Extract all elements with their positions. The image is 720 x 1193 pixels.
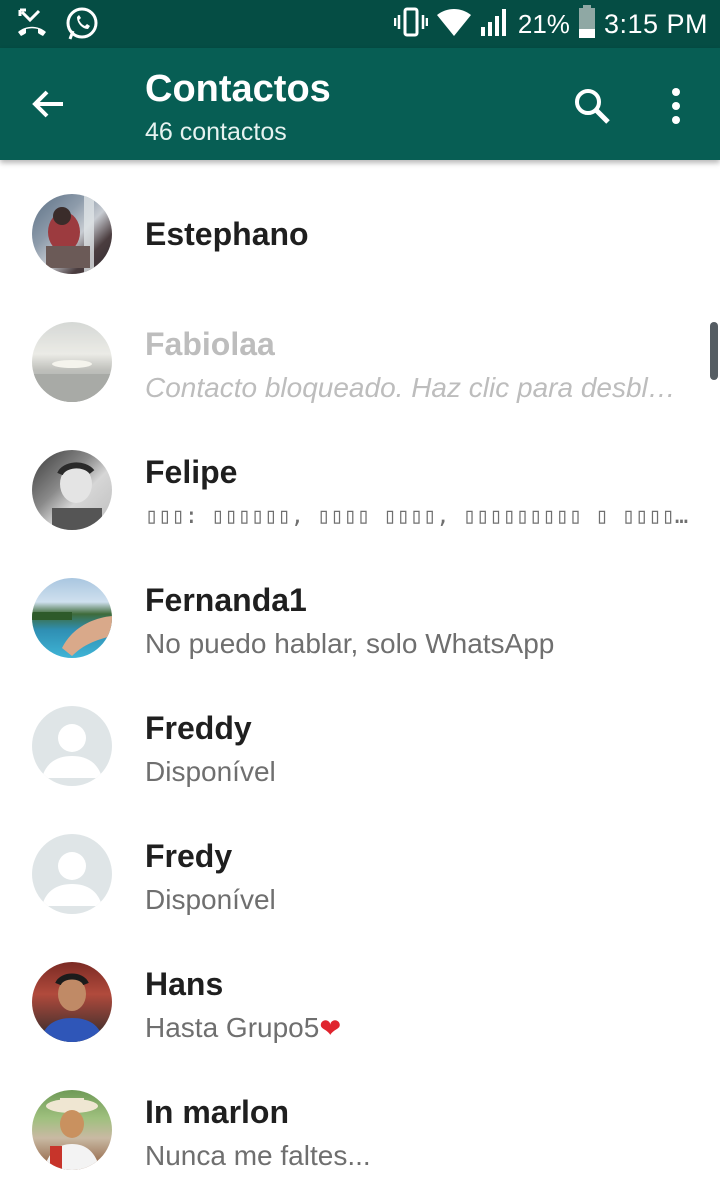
avatar[interactable] [32,578,112,658]
avatar[interactable] [32,962,112,1042]
contact-row[interactable]: In marlon Nunca me faltes... [0,1056,720,1184]
contact-status: Disponível [145,756,276,787]
contact-name: Estephano [145,216,309,252]
contact-row[interactable]: Fabiolaa Contacto bloqueado. Haz clic pa… [0,288,720,416]
contact-status: Contacto bloqueado. Haz clic para desbl… [145,372,676,403]
battery-icon [578,4,596,44]
contact-row[interactable]: Estephano [0,160,720,288]
contact-row[interactable]: Fernanda1 No puedo hablar, solo WhatsApp [0,544,720,672]
avatar[interactable] [32,834,112,914]
contact-status: Hasta Grupo5❤ [145,1012,342,1043]
avatar[interactable] [32,322,112,402]
contact-name: Fredy [145,838,233,874]
contact-row[interactable]: Fredy Disponível [0,800,720,928]
search-button[interactable] [566,80,618,132]
contact-row[interactable]: Hans Hasta Grupo5❤ [0,928,720,1056]
contact-row[interactable]: Felipe ▯▯▯: ▯▯▯▯▯▯, ▯▯▯▯ ▯▯▯▯, ▯▯▯▯▯▯▯▯▯… [0,416,720,544]
contact-row[interactable]: Freddy Disponível [0,672,720,800]
contact-list[interactable]: Estephano Fabiolaa Contacto bloqueado. H… [0,160,720,1193]
contact-status: Disponível [145,884,276,915]
back-button[interactable] [22,78,74,130]
app-bar: Contactos 46 contactos [0,48,720,160]
battery-percent: 21% [517,8,570,39]
contact-name: Fernanda1 [145,582,307,618]
search-icon [575,89,610,124]
missed-call-icon [14,6,50,47]
avatar[interactable] [32,706,112,786]
contact-status: Nunca me faltes... [145,1140,371,1171]
contact-status: ▯▯▯: ▯▯▯▯▯▯, ▯▯▯▯ ▯▯▯▯, ▯▯▯▯▯▯▯▯▯ ▯ ▯▯▯▯… [145,504,690,529]
clock: 3:15 PM [603,8,708,39]
contact-status: No puedo hablar, solo WhatsApp [145,628,555,659]
page-title: Contactos [145,68,331,110]
signal-icon [480,7,510,42]
contact-name: Hans [145,966,224,1002]
whatsapp-icon [64,6,100,47]
default-avatar-icon [42,724,102,778]
avatar[interactable] [32,450,112,530]
vibrate-icon [393,6,429,43]
contact-name: Fabiolaa [145,326,275,362]
contact-name: Freddy [145,710,252,746]
contact-name: Felipe [145,454,238,490]
avatar[interactable] [32,1090,112,1170]
wifi-icon [436,7,472,42]
more-vert-icon [672,88,680,124]
avatar[interactable] [32,194,112,274]
arrow-back-icon [32,90,63,118]
contact-count: 46 contactos [145,118,287,146]
more-options-button[interactable] [652,80,700,132]
scrollbar-thumb[interactable] [710,322,718,380]
status-bar: 21% 3:15 PM [0,0,720,48]
contact-name: In marlon [145,1094,290,1130]
heart-emoji: ❤ [319,1013,342,1043]
default-avatar-icon [42,852,102,906]
